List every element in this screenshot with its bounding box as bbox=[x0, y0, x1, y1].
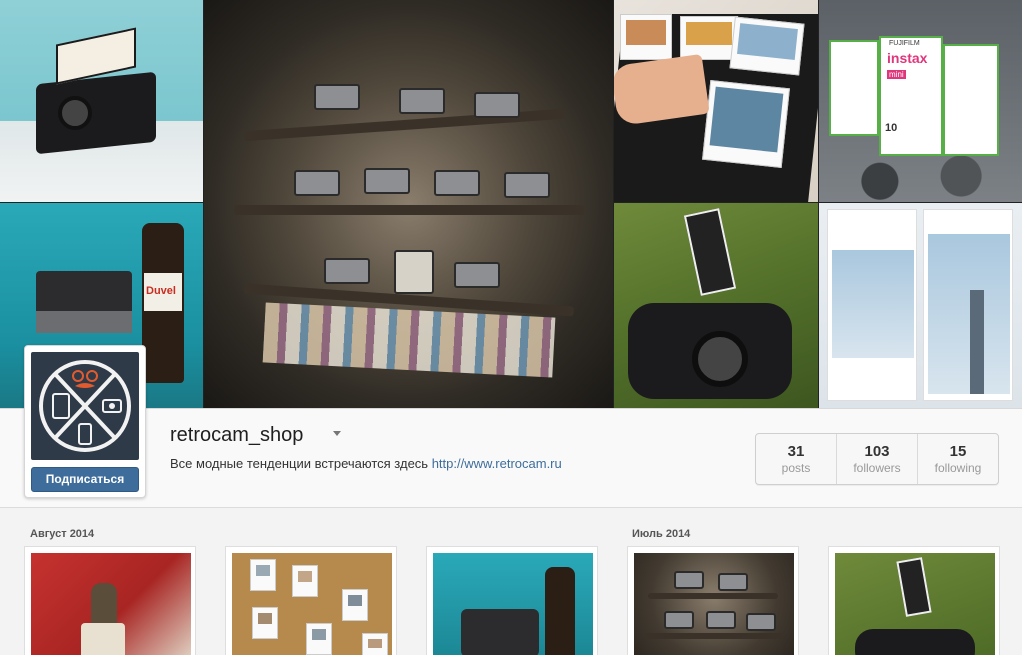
polaroid bbox=[250, 559, 276, 591]
instax-text: instax bbox=[887, 50, 928, 66]
stat-label: followers bbox=[853, 461, 901, 475]
beer-bottle-shape: Duvel bbox=[142, 223, 184, 383]
polaroid bbox=[292, 565, 318, 597]
photo-thumbnail bbox=[31, 553, 191, 655]
camera-shape bbox=[718, 573, 748, 591]
follow-button[interactable]: Подписаться bbox=[31, 467, 139, 492]
camera-shape bbox=[324, 258, 370, 284]
polaroid bbox=[702, 80, 790, 168]
feed-photo[interactable] bbox=[828, 546, 1000, 655]
stat-label: posts bbox=[781, 461, 811, 475]
camera-shape bbox=[399, 88, 445, 114]
avatar[interactable] bbox=[31, 352, 139, 460]
print-image bbox=[832, 250, 914, 358]
stat-value: 103 bbox=[864, 443, 890, 460]
polaroid bbox=[620, 14, 672, 60]
profile-bio: Все модные тенденции встречаются здесь h… bbox=[170, 456, 562, 471]
camera-shape bbox=[434, 170, 480, 196]
polaroid bbox=[342, 589, 368, 621]
print-frame bbox=[923, 209, 1013, 401]
tower-shape bbox=[970, 290, 984, 394]
camera-shape bbox=[474, 92, 520, 118]
camera-shape bbox=[461, 609, 539, 655]
month-heading: Август 2014 bbox=[30, 528, 95, 540]
clapper-shape bbox=[683, 208, 737, 296]
polaroid bbox=[362, 633, 388, 655]
mini-text: mini bbox=[887, 70, 906, 79]
camera-shape bbox=[36, 71, 156, 155]
shelf bbox=[644, 633, 784, 639]
stat-value: 15 bbox=[949, 443, 967, 460]
camera-shape bbox=[855, 629, 975, 655]
cover-photo-polaroid-camera[interactable] bbox=[0, 0, 203, 202]
photo-thumbnail bbox=[232, 553, 392, 655]
polaroid bbox=[680, 16, 738, 60]
feed-photo[interactable] bbox=[24, 546, 196, 655]
fujifilm-text: FUJIFILM bbox=[889, 40, 920, 47]
feed-photo[interactable] bbox=[225, 546, 397, 655]
cover-photo-album[interactable] bbox=[614, 0, 818, 202]
hand-shape bbox=[614, 53, 710, 127]
label-shape bbox=[81, 623, 125, 655]
shelf bbox=[648, 593, 778, 599]
camera-shape bbox=[746, 613, 776, 631]
camera-shape bbox=[454, 262, 500, 288]
bio-link[interactable]: http://www.retrocam.ru bbox=[432, 456, 562, 471]
camera-shape bbox=[294, 170, 340, 196]
print-image bbox=[928, 234, 1010, 394]
feed-photo[interactable] bbox=[627, 546, 799, 655]
instax-box: instax FUJIFILM mini 10 bbox=[879, 36, 943, 156]
photo-thumbnail bbox=[433, 553, 593, 655]
camera-lens-shape bbox=[58, 96, 92, 130]
camera-lens-shape bbox=[692, 331, 748, 387]
polaroid bbox=[252, 607, 278, 639]
camera-shape bbox=[314, 84, 360, 110]
avatar-card: Подписаться bbox=[24, 345, 146, 498]
cover-mosaic: instax FUJIFILM mini 10 Duvel bbox=[0, 0, 1022, 408]
stat-posts[interactable]: 31 posts bbox=[756, 434, 836, 484]
stat-following[interactable]: 15 following bbox=[917, 434, 998, 484]
bottle-shape bbox=[545, 567, 575, 655]
profile-stats: 31 posts 103 followers 15 following bbox=[755, 433, 999, 485]
camera-front-shape bbox=[36, 311, 132, 333]
chevron-down-icon[interactable] bbox=[333, 431, 341, 436]
profile-username[interactable]: retrocam_shop bbox=[170, 424, 303, 447]
cover-photo-instax-prints[interactable] bbox=[819, 203, 1022, 408]
profile-page: instax FUJIFILM mini 10 Duvel Подписатьс… bbox=[0, 0, 1022, 655]
cover-photo-instax-boxes[interactable]: instax FUJIFILM mini 10 bbox=[819, 0, 1022, 202]
cover-photo-camera-shelves[interactable] bbox=[204, 0, 613, 408]
photo-thumbnail bbox=[634, 553, 794, 655]
polaroid bbox=[306, 623, 332, 655]
stat-value: 31 bbox=[787, 443, 805, 460]
camera-shape bbox=[706, 611, 736, 629]
month-heading: Июль 2014 bbox=[632, 528, 691, 540]
bio-text: Все модные тенденции встречаются здесь bbox=[170, 456, 429, 471]
camera-shape bbox=[394, 250, 434, 294]
feed-photo[interactable] bbox=[426, 546, 598, 655]
polaroid-strip bbox=[262, 302, 556, 378]
camera-shape bbox=[674, 571, 704, 589]
shelf bbox=[234, 205, 584, 215]
camera-shape bbox=[364, 168, 410, 194]
stat-label: following bbox=[934, 461, 982, 475]
photo-thumbnail bbox=[835, 553, 995, 655]
camera-shape bbox=[504, 172, 550, 198]
clapper-shape bbox=[896, 557, 932, 617]
print-frame bbox=[827, 209, 917, 401]
camera-shape bbox=[664, 611, 694, 629]
pebbles bbox=[819, 150, 1022, 202]
logo-icon bbox=[39, 360, 131, 452]
cover-photo-instax-wide-camera[interactable] bbox=[614, 203, 818, 408]
bottle-label: Duvel bbox=[144, 273, 182, 311]
duvel-text: Duvel bbox=[146, 285, 176, 297]
instax-box bbox=[943, 44, 999, 156]
instax-box bbox=[829, 40, 879, 136]
stat-followers[interactable]: 103 followers bbox=[836, 434, 917, 484]
polaroid bbox=[729, 16, 805, 76]
count-text: 10 bbox=[885, 122, 898, 134]
